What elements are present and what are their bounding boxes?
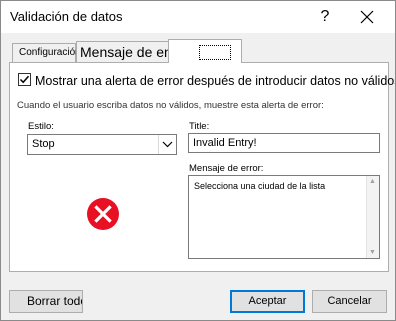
dialog-title: Validación de datos xyxy=(10,9,123,24)
title-label: Title: xyxy=(189,121,210,132)
style-label: Estilo: xyxy=(28,121,54,132)
data-validation-dialog: Validación de datos ? Configuración Mens… xyxy=(0,0,396,321)
tab-input-message[interactable]: Mensaje de entrada xyxy=(76,41,204,63)
help-button[interactable]: ? xyxy=(312,4,338,30)
checkmark-icon xyxy=(19,75,30,84)
tab-configuration[interactable]: Configuración xyxy=(12,43,81,62)
scroll-down-icon[interactable]: ▼ xyxy=(369,249,376,256)
clear-all-button[interactable]: Borrar todo xyxy=(9,290,83,313)
tab-focus-ring xyxy=(199,45,231,60)
close-button[interactable] xyxy=(352,4,382,30)
style-select-value: Stop xyxy=(32,138,55,150)
textarea-scrollbar[interactable]: ▲ ▼ xyxy=(366,176,379,258)
accept-button[interactable]: Aceptar xyxy=(230,290,305,313)
scroll-up-icon[interactable]: ▲ xyxy=(369,178,376,185)
alert-description: Cuando el usuario escriba datos no válid… xyxy=(17,100,324,111)
error-message-label: Mensaje de error: xyxy=(189,163,264,174)
error-message-text: Selecciona una ciudad de la lista xyxy=(194,181,326,191)
show-alert-checkbox[interactable] xyxy=(18,73,31,86)
close-icon xyxy=(360,10,374,24)
tab-configuration-label: Configuración xyxy=(19,47,81,58)
error-stop-icon xyxy=(87,198,119,230)
tab-error-alert[interactable] xyxy=(168,39,242,63)
chevron-down-icon[interactable] xyxy=(158,135,176,154)
title-input[interactable] xyxy=(188,133,380,153)
style-select[interactable]: Stop xyxy=(27,134,177,155)
title-bar: Validación de datos ? xyxy=(1,1,395,33)
cancel-button[interactable]: Cancelar xyxy=(312,290,387,313)
error-message-textarea[interactable]: Selecciona una ciudad de la lista ▲ ▼ xyxy=(188,175,380,259)
show-alert-label: Mostrar una alerta de error después de i… xyxy=(35,74,396,88)
